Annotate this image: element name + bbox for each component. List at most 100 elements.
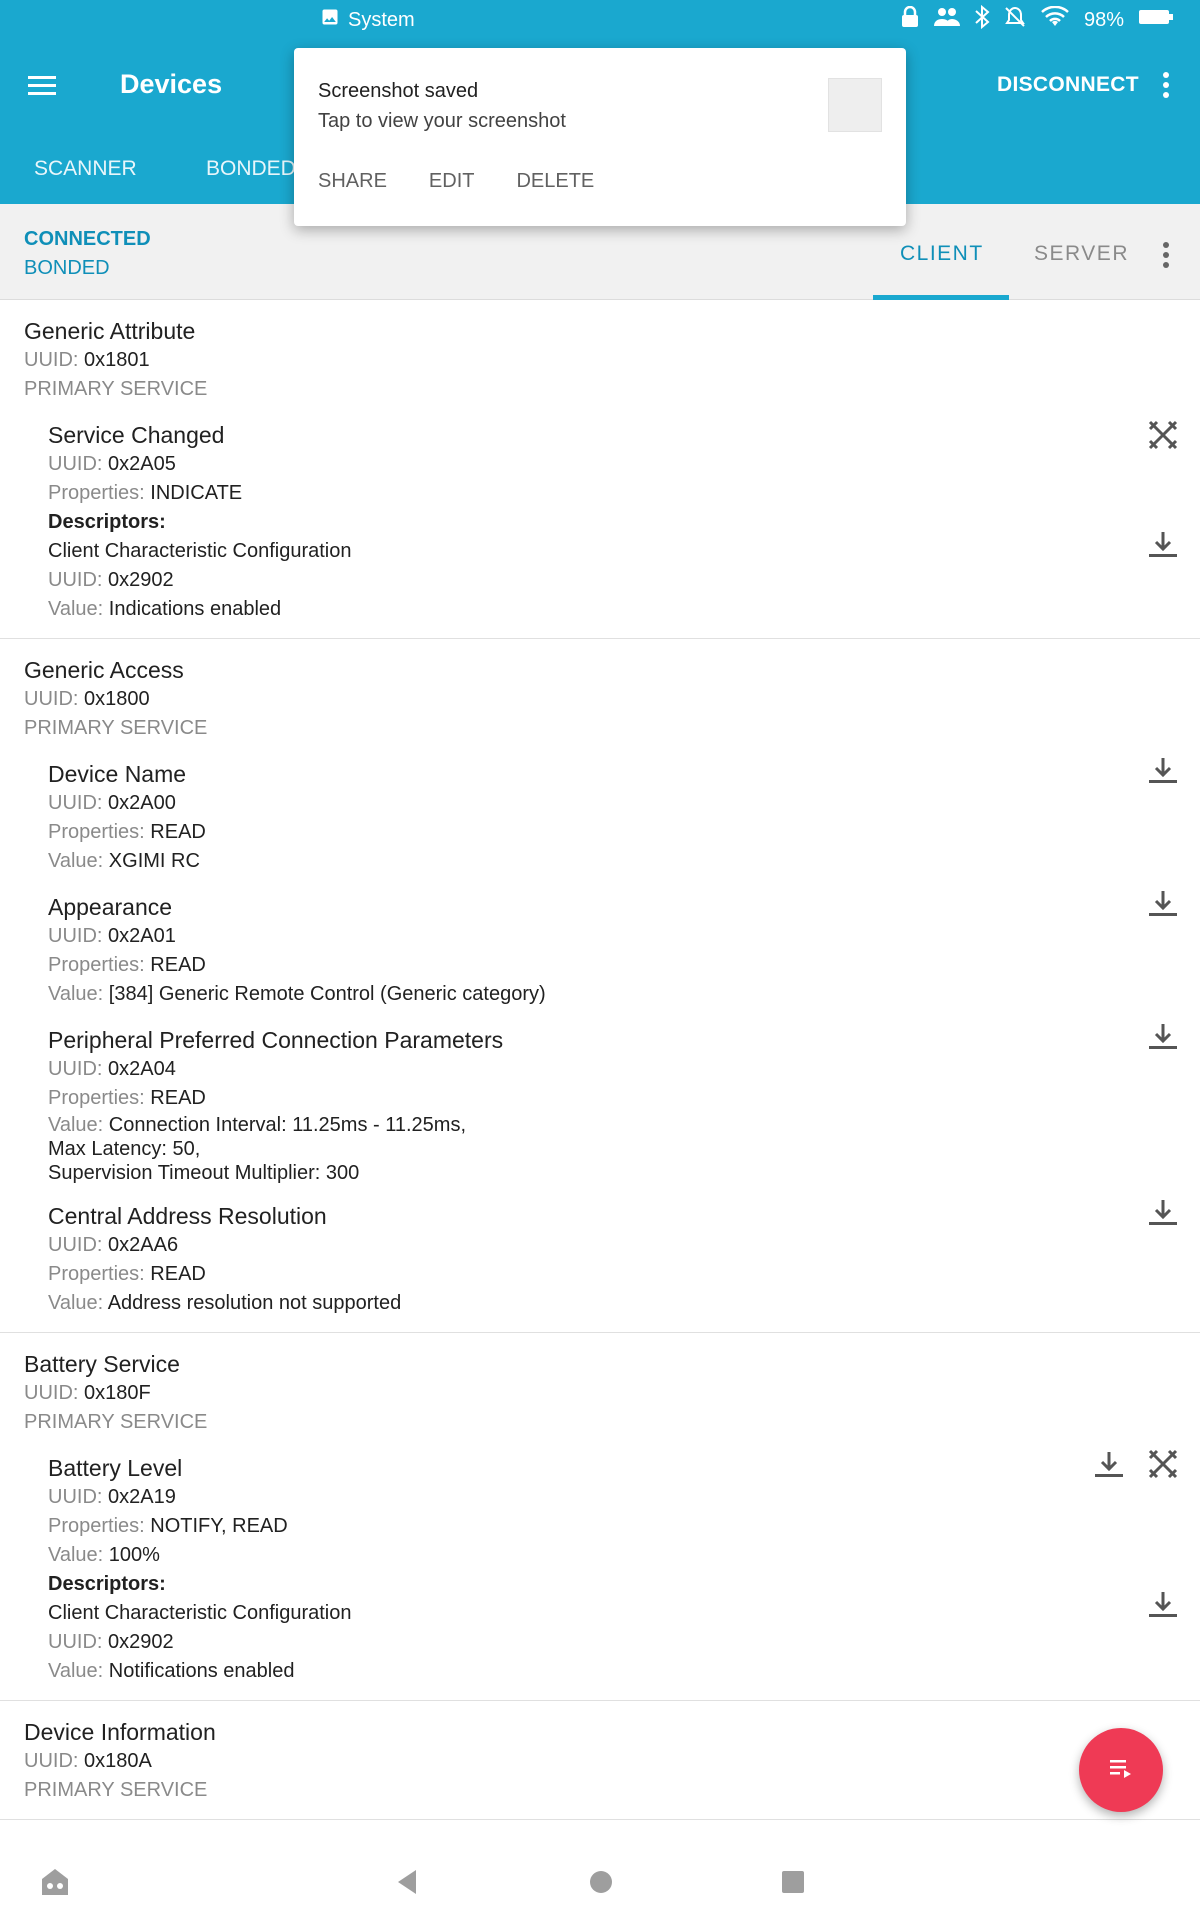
connection-state: CONNECTED bbox=[24, 228, 151, 250]
screenshot-notification[interactable]: Screenshot saved Tap to view your screen… bbox=[294, 48, 906, 226]
bond-state: BONDED bbox=[24, 257, 110, 279]
services-list: Generic Attribute UUID: 0x1801 PRIMARY S… bbox=[0, 300, 1200, 1845]
home-icon[interactable] bbox=[586, 1865, 616, 1904]
characteristic-item[interactable]: Central Address Resolution UUID: 0x2AA6 … bbox=[48, 1200, 1177, 1318]
characteristic-value: XGIMI RC bbox=[108, 850, 200, 872]
read-characteristic-icon[interactable] bbox=[1146, 1019, 1180, 1053]
service-item[interactable]: Generic Attribute UUID: 0x1801 PRIMARY S… bbox=[0, 300, 1200, 639]
service-name: Generic Access bbox=[24, 657, 184, 683]
assistant-icon[interactable] bbox=[38, 1865, 72, 1904]
read-descriptor-icon[interactable] bbox=[1146, 1587, 1180, 1621]
notification-title: Screenshot saved bbox=[318, 80, 479, 102]
descriptor-value: Notifications enabled bbox=[108, 1660, 295, 1682]
battery-icon bbox=[1138, 8, 1174, 32]
characteristic-value-line: Supervision Timeout Multiplier: 300 bbox=[48, 1162, 360, 1184]
characteristic-properties: INDICATE bbox=[150, 482, 243, 504]
properties-label: Properties: bbox=[48, 1087, 145, 1109]
characteristic-uuid: 0x2A01 bbox=[108, 925, 176, 947]
indications-off-icon[interactable] bbox=[1146, 418, 1180, 452]
log-fab-button[interactable] bbox=[1079, 1728, 1163, 1812]
characteristic-item[interactable]: Appearance UUID: 0x2A01 Properties: READ… bbox=[48, 891, 1177, 1009]
characteristic-properties: READ bbox=[150, 1263, 206, 1285]
tab-bonded[interactable]: BONDED bbox=[206, 157, 296, 181]
descriptor-uuid: 0x2902 bbox=[108, 569, 174, 591]
service-type: PRIMARY SERVICE bbox=[24, 1411, 208, 1433]
descriptor-item[interactable]: Client Characteristic Configuration UUID… bbox=[48, 1592, 1177, 1686]
value-label: Value: bbox=[48, 1292, 104, 1314]
characteristic-uuid: 0x2A00 bbox=[108, 792, 176, 814]
characteristic-value-block: Value: Connection Interval: 11.25ms - 11… bbox=[48, 1113, 1176, 1185]
recents-icon[interactable] bbox=[778, 1865, 808, 1904]
tab-client[interactable]: CLIENT bbox=[900, 242, 984, 266]
disconnect-button[interactable]: DISCONNECT bbox=[997, 73, 1139, 97]
status-bar: System 98% bbox=[0, 0, 1200, 38]
uuid-label: UUID: bbox=[24, 1750, 79, 1772]
service-name: Generic Attribute bbox=[24, 318, 196, 344]
uuid-label: UUID: bbox=[48, 1486, 103, 1508]
uuid-label: UUID: bbox=[48, 1058, 103, 1080]
edit-button[interactable]: EDIT bbox=[429, 170, 475, 193]
uuid-label: UUID: bbox=[48, 1234, 103, 1256]
read-characteristic-icon[interactable] bbox=[1146, 886, 1180, 920]
value-label: Value: bbox=[48, 983, 104, 1005]
uuid-label: UUID: bbox=[24, 349, 79, 371]
characteristic-name: Device Name bbox=[48, 761, 187, 787]
properties-label: Properties: bbox=[48, 954, 145, 976]
uuid-label: UUID: bbox=[48, 569, 103, 591]
read-characteristic-icon[interactable] bbox=[1146, 753, 1180, 787]
uuid-label: UUID: bbox=[48, 925, 103, 947]
tab-scanner[interactable]: SCANNER bbox=[34, 157, 137, 181]
properties-label: Properties: bbox=[48, 1515, 145, 1537]
read-characteristic-icon[interactable] bbox=[1092, 1447, 1126, 1481]
characteristic-name: Battery Level bbox=[48, 1455, 183, 1481]
service-uuid: 0x180F bbox=[84, 1382, 151, 1404]
tab-server[interactable]: SERVER bbox=[1034, 242, 1129, 266]
characteristic-item[interactable]: Battery Level UUID: 0x2A19 Properties: N… bbox=[48, 1449, 1178, 1686]
descriptors-heading: Descriptors: bbox=[48, 511, 166, 533]
notifications-off-icon[interactable] bbox=[1146, 1447, 1180, 1481]
descriptor-name: Client Characteristic Configuration bbox=[48, 540, 352, 562]
service-name: Battery Service bbox=[24, 1351, 180, 1377]
people-icon bbox=[933, 6, 960, 34]
menu-icon[interactable] bbox=[24, 67, 60, 103]
characteristic-properties: READ bbox=[150, 821, 206, 843]
read-descriptor-icon[interactable] bbox=[1146, 527, 1180, 561]
read-characteristic-icon[interactable] bbox=[1146, 1195, 1180, 1229]
back-icon[interactable] bbox=[392, 1865, 422, 1904]
log-list-icon bbox=[1106, 1753, 1136, 1788]
characteristic-item[interactable]: Peripheral Preferred Connection Paramete… bbox=[48, 1024, 1177, 1185]
properties-label: Properties: bbox=[48, 482, 145, 504]
uuid-label: UUID: bbox=[48, 1631, 103, 1653]
value-label: Value: bbox=[48, 598, 104, 620]
characteristic-item[interactable]: Device Name UUID: 0x2A00 Properties: REA… bbox=[48, 758, 1177, 876]
share-button[interactable]: SHARE bbox=[318, 170, 387, 193]
characteristic-item[interactable]: Service Changed UUID: 0x2A05 Properties:… bbox=[48, 420, 1178, 624]
characteristic-uuid: 0x2A04 bbox=[108, 1058, 176, 1080]
descriptor-value: Indications enabled bbox=[108, 598, 282, 620]
characteristic-uuid: 0x2A19 bbox=[108, 1486, 176, 1508]
characteristic-name: Service Changed bbox=[48, 422, 225, 448]
notification-subtitle: Tap to view your screenshot bbox=[318, 110, 566, 132]
service-item[interactable]: Battery Service UUID: 0x180F PRIMARY SER… bbox=[0, 1333, 1200, 1701]
screenshot-thumbnail[interactable] bbox=[828, 78, 882, 132]
service-uuid: 0x180A bbox=[84, 1750, 152, 1772]
overflow-menu-icon[interactable] bbox=[1158, 67, 1174, 103]
characteristic-properties: READ bbox=[150, 1087, 206, 1109]
service-item[interactable]: Generic Access UUID: 0x1800 PRIMARY SERV… bbox=[0, 639, 1200, 1333]
delete-button[interactable]: DELETE bbox=[516, 170, 594, 193]
properties-label: Properties: bbox=[48, 1263, 145, 1285]
properties-label: Properties: bbox=[48, 821, 145, 843]
status-app-label: System bbox=[348, 8, 415, 31]
uuid-label: UUID: bbox=[48, 792, 103, 814]
overflow-menu-icon[interactable] bbox=[1158, 240, 1174, 270]
service-item[interactable]: Device Information UUID: 0x180A PRIMARY … bbox=[0, 1701, 1200, 1820]
service-name: Device Information bbox=[24, 1719, 216, 1745]
value-label: Value: bbox=[48, 1660, 104, 1682]
characteristic-value-line: Max Latency: 50, bbox=[48, 1138, 201, 1160]
characteristic-properties: NOTIFY, READ bbox=[150, 1515, 288, 1537]
service-uuid: 0x1801 bbox=[84, 349, 150, 371]
descriptor-item[interactable]: Client Characteristic Configuration UUID… bbox=[48, 532, 1177, 624]
bell-off-icon bbox=[1004, 6, 1026, 34]
service-type: PRIMARY SERVICE bbox=[24, 1779, 208, 1801]
uuid-label: UUID: bbox=[48, 453, 103, 475]
